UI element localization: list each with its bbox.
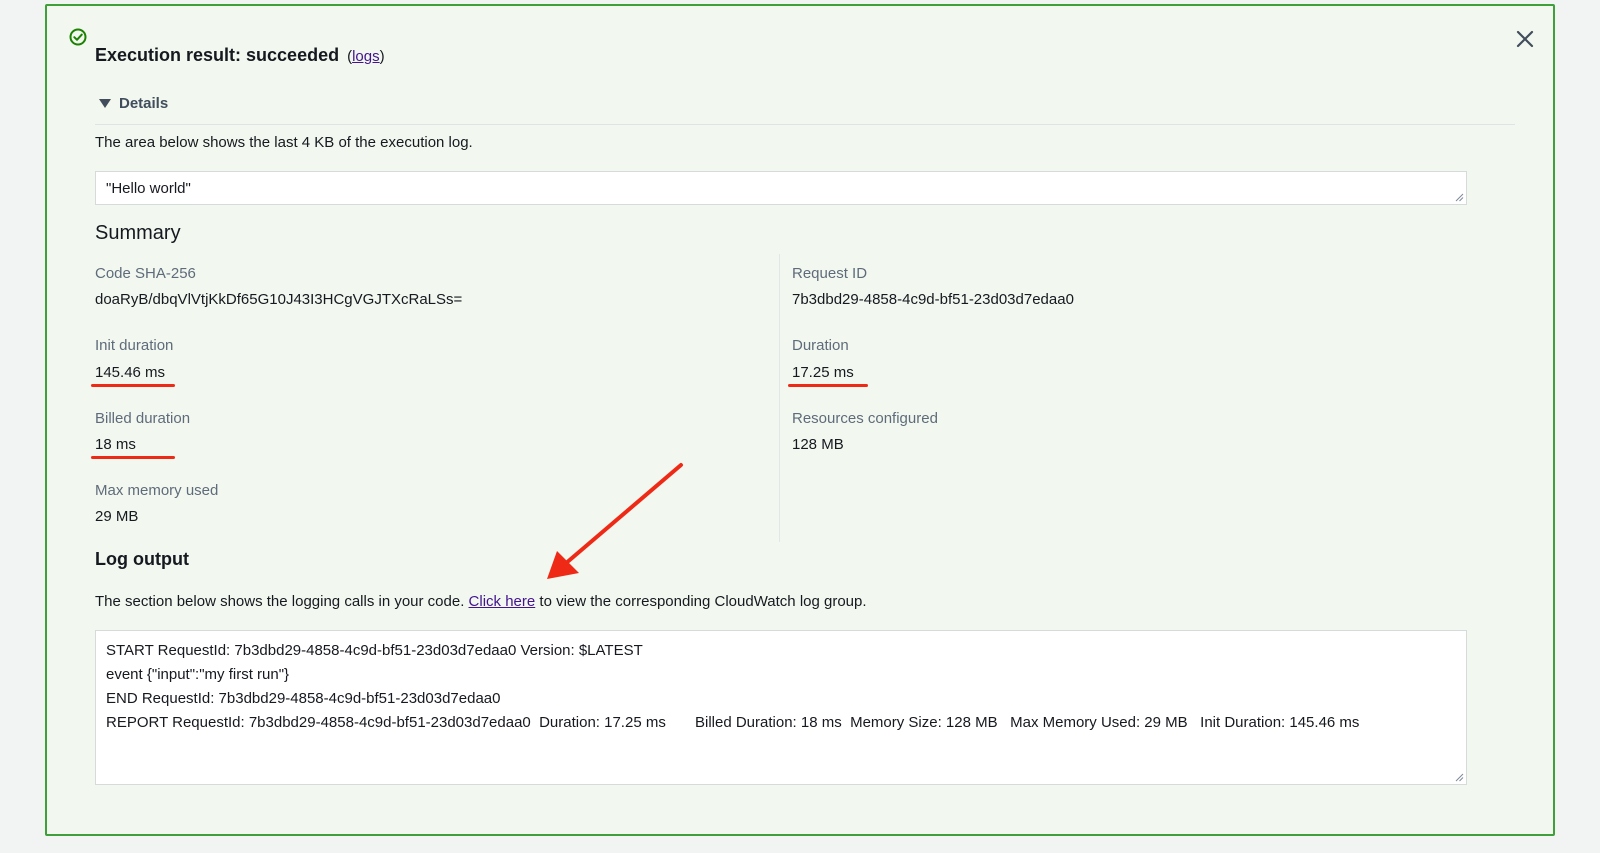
billed-duration-value: 18 ms	[95, 436, 136, 453]
log-line: REPORT RequestId: 7b3dbd29-4858-4c9d-bf5…	[106, 714, 1360, 731]
log-line: START RequestId: 7b3dbd29-4858-4c9d-bf51…	[106, 642, 643, 659]
caret-down-icon	[99, 99, 111, 108]
init-duration-annotation-underline	[91, 384, 175, 387]
log-desc-before: The section below shows the logging call…	[95, 593, 465, 610]
logs-link[interactable]: logs	[352, 48, 380, 65]
duration-label: Duration	[792, 337, 849, 354]
result-title: Execution result: succeeded	[95, 45, 340, 65]
init-duration-value: 145.46 ms	[95, 364, 166, 381]
duration-annotation-underline	[788, 384, 868, 387]
log-output-heading: Log output	[95, 549, 189, 569]
request-id-value: 7b3dbd29-4858-4c9d-bf51-23d03d7edaa0	[792, 291, 1074, 308]
close-icon[interactable]	[1512, 26, 1538, 52]
execution-output-textarea[interactable]: "Hello world"	[95, 171, 1467, 205]
resources-configured-label: Resources configured	[792, 410, 938, 427]
billed-duration-annotation-underline	[91, 456, 175, 459]
result-title-row: Execution result: succeeded (logs)	[95, 45, 385, 66]
cloudwatch-click-here-link[interactable]: Click here	[469, 593, 536, 610]
code-sha-value: doaRyB/dbqVlVtjKkDf65G10J43I3HCgVGJTXcRa…	[95, 291, 463, 308]
resize-handle-icon[interactable]	[1455, 193, 1464, 202]
summary-heading: Summary	[95, 222, 181, 244]
details-toggle[interactable]: Details	[99, 95, 168, 112]
log-output-description: The section below shows the logging call…	[95, 593, 867, 610]
resize-handle-icon[interactable]	[1455, 773, 1464, 782]
details-divider	[95, 124, 1515, 125]
resources-configured-value: 128 MB	[792, 436, 844, 453]
init-duration-label: Init duration	[95, 337, 174, 354]
check-circle-icon	[69, 28, 87, 46]
log-line: event {"input":"my first run"}	[106, 666, 290, 683]
log-desc-after: to view the corresponding CloudWatch log…	[539, 593, 867, 610]
log-line: END RequestId: 7b3dbd29-4858-4c9d-bf51-2…	[106, 690, 501, 707]
execution-log-description: The area below shows the last 4 KB of th…	[95, 134, 473, 151]
code-sha-label: Code SHA-256	[95, 265, 196, 282]
request-id-label: Request ID	[792, 265, 868, 282]
execution-output-value: "Hello world"	[106, 180, 191, 197]
max-memory-label: Max memory used	[95, 482, 219, 499]
details-label: Details	[119, 95, 169, 112]
execution-result-panel: Execution result: succeeded (logs) Detail…	[45, 4, 1555, 836]
annotation-arrow	[547, 463, 683, 579]
billed-duration-label: Billed duration	[95, 410, 191, 427]
max-memory-value: 29 MB	[95, 508, 139, 525]
log-output-textarea[interactable]: START RequestId: 7b3dbd29-4858-4c9d-bf51…	[95, 630, 1467, 785]
logs-paren: (logs)	[347, 48, 385, 65]
duration-value: 17.25 ms	[792, 364, 854, 381]
